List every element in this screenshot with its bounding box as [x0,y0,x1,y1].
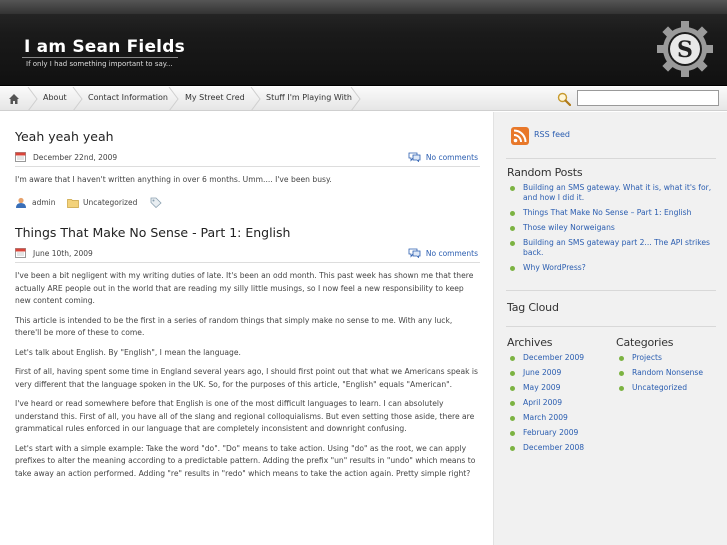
tag-icon [150,197,162,208]
post-meta: December 22nd, 2009 No comments [15,151,480,167]
archives-heading: Archives [507,336,553,349]
rss-feed-link[interactable]: RSS feed [534,130,570,139]
tag-cloud-heading: Tag Cloud [507,301,559,314]
nav-separator-icon [350,87,361,111]
nav-item-about[interactable]: About [43,87,67,111]
random-post-link[interactable]: Building an SMS gateway part 2... The AP… [507,238,722,258]
nav-item-street-cred[interactable]: My Street Cred [185,87,245,111]
random-post-link[interactable]: Why WordPress? [507,263,722,273]
sidebar: RSS feed Random Posts Building an SMS ga… [493,112,727,545]
post-paragraph: I've heard or read somewhere before that… [15,399,475,433]
main-nav: About Contact Information My Street Cred… [0,87,727,111]
rss-icon[interactable] [511,127,529,145]
home-icon[interactable] [8,93,20,105]
author-icon [16,197,26,208]
divider [506,158,716,159]
category-link[interactable]: Uncategorized [616,383,724,393]
search-icon[interactable] [557,92,571,106]
site-description: If only I had something important to say… [22,57,178,68]
post-title[interactable]: Things That Make No Sense - Part 1: Engl… [15,225,480,240]
random-post-link[interactable]: Those wiley Norweigans [507,223,722,233]
archive-link[interactable]: June 2009 [507,368,612,378]
post-body: I'm aware that I haven't written anythin… [15,174,480,187]
post-paragraph: Let's talk about English. By "English", … [15,347,241,357]
calendar-icon [15,152,26,162]
category-link[interactable]: Uncategorized [83,198,137,207]
archive-link[interactable]: February 2009 [507,428,612,438]
post-paragraph: I'm aware that I haven't written anythin… [15,175,332,184]
post-paragraph: This article is intended to be the first… [15,315,453,338]
archives-list: December 2009 June 2009 May 2009 April 2… [507,353,612,458]
category-link[interactable]: Projects [616,353,724,363]
post: Yeah yeah yeah December 22nd, 2009 No co… [15,129,480,211]
post-paragraph: Let's start with a simple example: Take … [15,443,476,478]
site-title[interactable]: I am Sean Fields [24,37,185,57]
nav-separator-icon [168,87,179,111]
post-title[interactable]: Yeah yeah yeah [15,129,480,144]
post-paragraph: I've been a bit negligent with my writin… [15,271,474,305]
search-input[interactable] [577,90,719,106]
divider [506,290,716,291]
nav-separator-icon [72,87,83,111]
post: Things That Make No Sense - Part 1: Engl… [15,225,480,480]
post-meta: June 10th, 2009 No comments [15,247,480,263]
gear-logo-icon[interactable]: S [656,20,714,78]
archive-link[interactable]: April 2009 [507,398,612,408]
folder-icon [67,198,79,208]
post-body: I've been a bit negligent with my writin… [15,270,480,480]
nav-item-stuff[interactable]: Stuff I'm Playing With [266,87,352,111]
random-post-link[interactable]: Building an SMS gateway. What it is, wha… [507,183,722,203]
nav-separator-icon [250,87,261,111]
comment-icon [408,248,421,258]
random-posts-heading: Random Posts [507,166,583,179]
post-footer: admin Uncategorized [15,197,480,211]
site-header: I am Sean Fields If only I had something… [0,0,727,86]
post-paragraph: First of all, having spent some time in … [15,367,478,389]
comment-icon [408,152,421,162]
archive-link[interactable]: May 2009 [507,383,612,393]
categories-heading: Categories [616,336,674,349]
nav-item-contact[interactable]: Contact Information [88,87,168,111]
category-link[interactable]: Random Nonsense [616,368,724,378]
comments-link[interactable]: No comments [426,153,478,162]
categories-list: Projects Random Nonsense Uncategorized [616,353,724,398]
random-post-link[interactable]: Things That Make No Sense – Part 1: Engl… [507,208,722,218]
svg-text:S: S [677,37,693,63]
comments-link[interactable]: No comments [426,249,478,258]
post-date: June 10th, 2009 [33,249,93,258]
random-posts-list: Building an SMS gateway. What it is, wha… [507,183,722,278]
archive-link[interactable]: March 2009 [507,413,612,423]
post-date: December 22nd, 2009 [33,153,118,162]
calendar-icon [15,248,26,258]
divider [506,326,716,327]
nav-separator-icon [27,87,38,111]
author-link[interactable]: admin [32,198,56,207]
archive-link[interactable]: December 2009 [507,353,612,363]
archive-link[interactable]: December 2008 [507,443,612,453]
main-content: Yeah yeah yeah December 22nd, 2009 No co… [0,112,493,545]
